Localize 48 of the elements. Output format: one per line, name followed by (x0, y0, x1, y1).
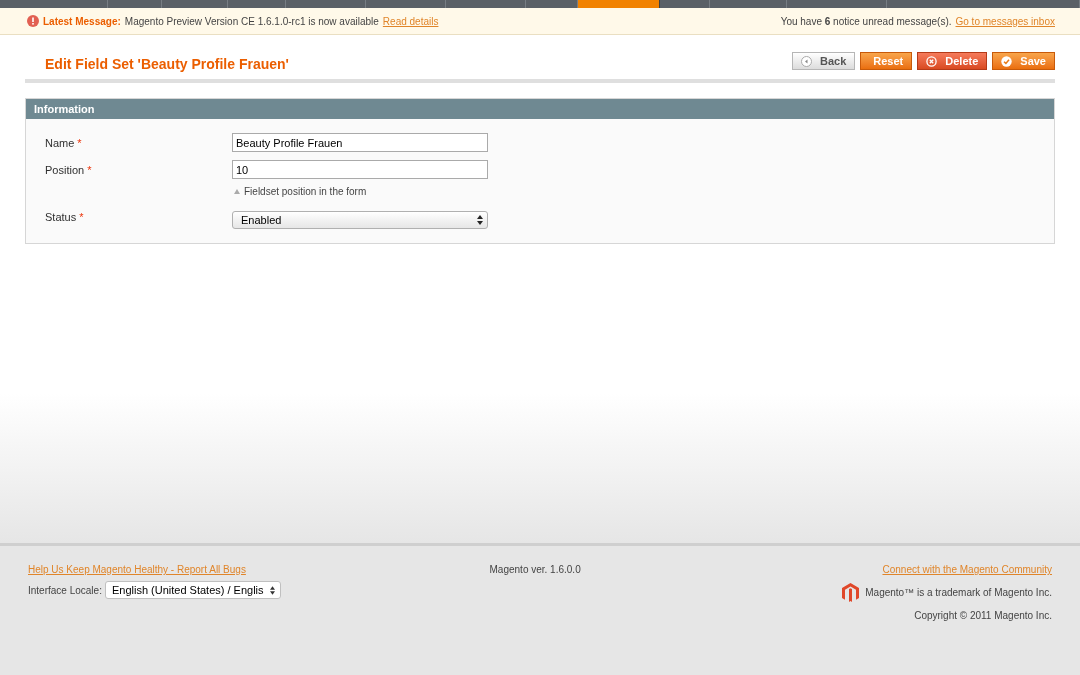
message-text: Magento Preview Version CE 1.6.1.0-rc1 is now available (124, 14, 379, 29)
close-icon (926, 55, 938, 67)
text-input[interactable]: Beauty Profile Frauen (232, 133, 488, 152)
version-text: Magento ver. 1.6.0.0 (489, 563, 581, 577)
community-link[interactable]: Connect with the Magento Community (882, 562, 1052, 577)
copyright-text: Copyright © 2011 Magento Inc. (914, 609, 1052, 623)
alert-icon (27, 15, 39, 27)
section-header: Information (26, 99, 1054, 119)
page-title: Edit Field Set 'Beauty Profile Frauen' (44, 55, 289, 74)
read-details-link[interactable]: Read details (382, 13, 439, 29)
nav-tab[interactable] (660, 0, 710, 8)
nav-tab[interactable] (578, 0, 660, 8)
nav-tab[interactable] (286, 0, 366, 8)
field-label: Name (45, 137, 75, 149)
checkmark-icon (1001, 55, 1013, 67)
nav-tab[interactable] (228, 0, 286, 8)
save-button[interactable]: Save (992, 52, 1055, 70)
field-label: Status (45, 211, 77, 223)
locale-select[interactable]: English (United States) / Englis (104, 581, 281, 599)
nav-tab[interactable] (108, 0, 162, 8)
dropdown-arrows-icon (269, 585, 275, 595)
triangle-icon (234, 189, 240, 194)
field-label: Position (45, 164, 85, 176)
field-note: Fieldset position in the form (244, 185, 367, 199)
nav-tab[interactable] (446, 0, 526, 8)
status-select[interactable]: Enabled (232, 211, 488, 229)
report-bugs-link[interactable]: Help Us Keep Magento Healthy - Report All Bugs (28, 562, 368, 577)
reset-button[interactable]: Reset (860, 52, 913, 70)
nav-tab[interactable] (526, 0, 578, 8)
inbox-link[interactable]: Go to messages inbox (955, 13, 1055, 29)
notice-text: You have 6 notice unread message(s). (780, 14, 952, 29)
nav-tab[interactable] (787, 0, 887, 8)
locale-label: Interface Locale: (28, 583, 102, 598)
nav-tab[interactable] (887, 0, 1080, 8)
magento-logo-icon (842, 583, 860, 602)
dropdown-arrows-icon (477, 215, 483, 225)
nav-tab[interactable] (162, 0, 228, 8)
back-button[interactable]: Back (792, 52, 856, 70)
delete-button[interactable]: Delete (917, 52, 988, 70)
required-asterisk: * (77, 137, 82, 149)
message-label: Latest Message: (43, 14, 121, 29)
nav-tab[interactable] (710, 0, 787, 8)
nav-tab[interactable] (0, 0, 108, 8)
required-asterisk: * (87, 164, 92, 176)
trademark-text: Magento™ is a trademark of Magento Inc. (865, 586, 1052, 600)
text-input[interactable]: 10 (232, 160, 488, 179)
nav-tab[interactable] (366, 0, 446, 8)
required-asterisk: * (79, 211, 84, 223)
